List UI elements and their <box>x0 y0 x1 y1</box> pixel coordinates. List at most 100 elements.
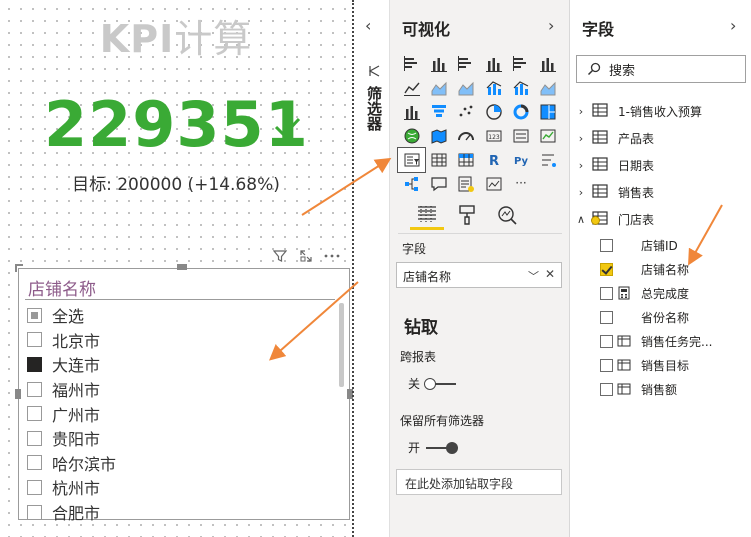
cross-report-toggle[interactable]: 关 <box>408 375 457 392</box>
field-table[interactable]: › 销售表 <box>574 179 751 206</box>
100-stacked-bar-chart-icon[interactable] <box>507 52 534 76</box>
funnel-chart-icon[interactable] <box>425 100 452 124</box>
map-icon[interactable] <box>398 124 425 148</box>
multi-row-card-icon[interactable] <box>507 124 534 148</box>
search-input[interactable]: 搜索 <box>576 55 746 83</box>
more-options-icon[interactable] <box>323 247 341 265</box>
chevron-right-icon[interactable]: › <box>574 132 588 145</box>
slicer-item[interactable]: 广州市 <box>27 401 327 426</box>
field-item[interactable]: 总完成度 <box>574 281 751 305</box>
r-script-icon[interactable]: R <box>480 148 507 172</box>
toggle-knob[interactable] <box>446 441 459 454</box>
slicer-checkbox[interactable] <box>27 455 42 471</box>
chevron-right-icon[interactable]: › <box>730 16 736 35</box>
field-item[interactable]: 销售额 <box>574 377 751 401</box>
treemap-icon[interactable] <box>534 100 561 124</box>
filter-pane-collapsed[interactable]: ‹ 筛选器 <box>356 0 390 537</box>
slicer-checkbox[interactable] <box>27 406 42 422</box>
chevron-down-icon[interactable]: ∧ <box>574 213 588 226</box>
chevron-right-icon[interactable]: › <box>574 105 588 118</box>
slicer-item[interactable]: 哈尔滨市 <box>27 451 327 476</box>
slicer-item[interactable]: 合肥市 <box>27 500 327 525</box>
matrix-icon[interactable] <box>453 148 480 172</box>
slicer-item[interactable]: 贵阳市 <box>27 426 327 451</box>
qa-icon[interactable] <box>425 172 452 196</box>
donut-chart-icon[interactable] <box>507 100 534 124</box>
chevron-right-icon[interactable]: › <box>548 16 554 35</box>
line-and-clustered-column-chart-icon[interactable] <box>507 76 534 100</box>
ribbon-chart-icon[interactable] <box>534 76 561 100</box>
close-icon[interactable]: ✕ <box>545 267 555 281</box>
line-chart-icon[interactable] <box>398 76 425 100</box>
report-canvas[interactable]: KPI计算 229351 目标: 200000 (+14.68%) 店铺名称 全… <box>0 0 356 537</box>
card-icon[interactable]: 123 <box>480 124 507 148</box>
resize-handle[interactable] <box>177 264 187 270</box>
field-item[interactable]: 销售目标 <box>574 353 751 377</box>
collapse-arrow-icon[interactable] <box>367 64 381 78</box>
slicer-checkbox[interactable] <box>27 504 42 520</box>
slicer-icon[interactable] <box>396 147 427 173</box>
chevron-right-icon[interactable]: › <box>574 186 588 199</box>
slicer-item[interactable]: 福州市 <box>27 377 327 402</box>
slicer-item[interactable]: 杭州市 <box>27 475 327 500</box>
field-table[interactable]: › 产品表 <box>574 125 751 152</box>
field-table[interactable]: › 日期表 <box>574 152 751 179</box>
toggle-track[interactable] <box>426 441 459 454</box>
scatter-chart-icon[interactable] <box>453 100 480 124</box>
filter-icon[interactable] <box>271 247 289 265</box>
field-item[interactable]: 店铺ID <box>574 233 751 257</box>
area-chart-icon[interactable] <box>425 76 452 100</box>
slicer-checkbox[interactable] <box>27 332 42 348</box>
waterfall-chart-icon[interactable] <box>398 100 425 124</box>
key-influencers-icon[interactable] <box>534 148 561 172</box>
smart-narrative-icon[interactable] <box>453 172 480 196</box>
filled-map-icon[interactable] <box>425 124 452 148</box>
toggle-track[interactable] <box>424 377 457 390</box>
resize-handle[interactable] <box>15 264 23 272</box>
field-checkbox[interactable] <box>600 382 613 396</box>
chevron-down-icon[interactable]: ﹀ <box>528 268 539 284</box>
filter-rail-label[interactable]: 筛选器 <box>365 86 383 131</box>
field-checkbox[interactable] <box>600 334 613 348</box>
stacked-bar-chart-icon[interactable] <box>398 52 425 76</box>
clustered-column-chart-icon[interactable] <box>480 52 507 76</box>
drill-field-drop-zone[interactable]: 在此处添加钻取字段 <box>396 469 562 495</box>
more-visuals-icon[interactable]: ··· <box>507 172 534 196</box>
slicer-checkbox[interactable] <box>27 430 42 446</box>
format-paint-icon[interactable] <box>450 200 484 230</box>
clustered-bar-chart-icon[interactable] <box>453 52 480 76</box>
field-checkbox[interactable] <box>600 310 613 324</box>
toggle-knob[interactable] <box>424 377 437 390</box>
field-item[interactable]: 省份名称 <box>574 305 751 329</box>
field-checkbox[interactable] <box>600 358 613 372</box>
field-table[interactable]: › 1-销售收入预算 <box>574 98 751 125</box>
kpi-icon[interactable] <box>534 124 561 148</box>
field-table[interactable]: ∧ 门店表 <box>574 206 751 233</box>
chevron-right-icon[interactable]: › <box>574 159 588 172</box>
slicer-item[interactable]: 全选 <box>27 303 327 328</box>
paginated-report-icon[interactable] <box>480 172 507 196</box>
slicer-item[interactable]: 北京市 <box>27 328 327 353</box>
chevron-left-icon[interactable]: ‹ <box>365 16 371 35</box>
field-item[interactable]: 销售任务完... <box>574 329 751 353</box>
keep-filters-toggle[interactable]: 开 <box>408 439 459 456</box>
store-name-slicer[interactable]: 店铺名称 全选 北京市 大连市 福州市 广州市 贵阳市 哈尔滨市 杭州市 合肥市 <box>15 264 353 523</box>
resize-handle[interactable] <box>15 389 21 399</box>
slicer-item[interactable]: 大连市 <box>27 352 327 377</box>
field-checkbox[interactable] <box>600 262 613 276</box>
stacked-column-chart-icon[interactable] <box>425 52 452 76</box>
decomposition-tree-icon[interactable] <box>398 172 425 196</box>
stacked-area-chart-icon[interactable] <box>453 76 480 100</box>
slicer-checkbox[interactable] <box>27 479 42 495</box>
fields-tab-icon[interactable] <box>410 200 444 230</box>
gauge-icon[interactable] <box>453 124 480 148</box>
field-item[interactable]: 店铺名称 <box>574 257 751 281</box>
field-checkbox[interactable] <box>600 286 613 300</box>
pie-chart-icon[interactable] <box>480 100 507 124</box>
analytics-icon[interactable] <box>490 200 524 230</box>
100-stacked-column-chart-icon[interactable] <box>534 52 561 76</box>
python-visual-icon[interactable]: Py <box>507 148 534 172</box>
focus-mode-icon[interactable] <box>297 247 315 265</box>
slicer-checkbox[interactable] <box>27 356 42 372</box>
table-icon[interactable] <box>425 148 452 172</box>
